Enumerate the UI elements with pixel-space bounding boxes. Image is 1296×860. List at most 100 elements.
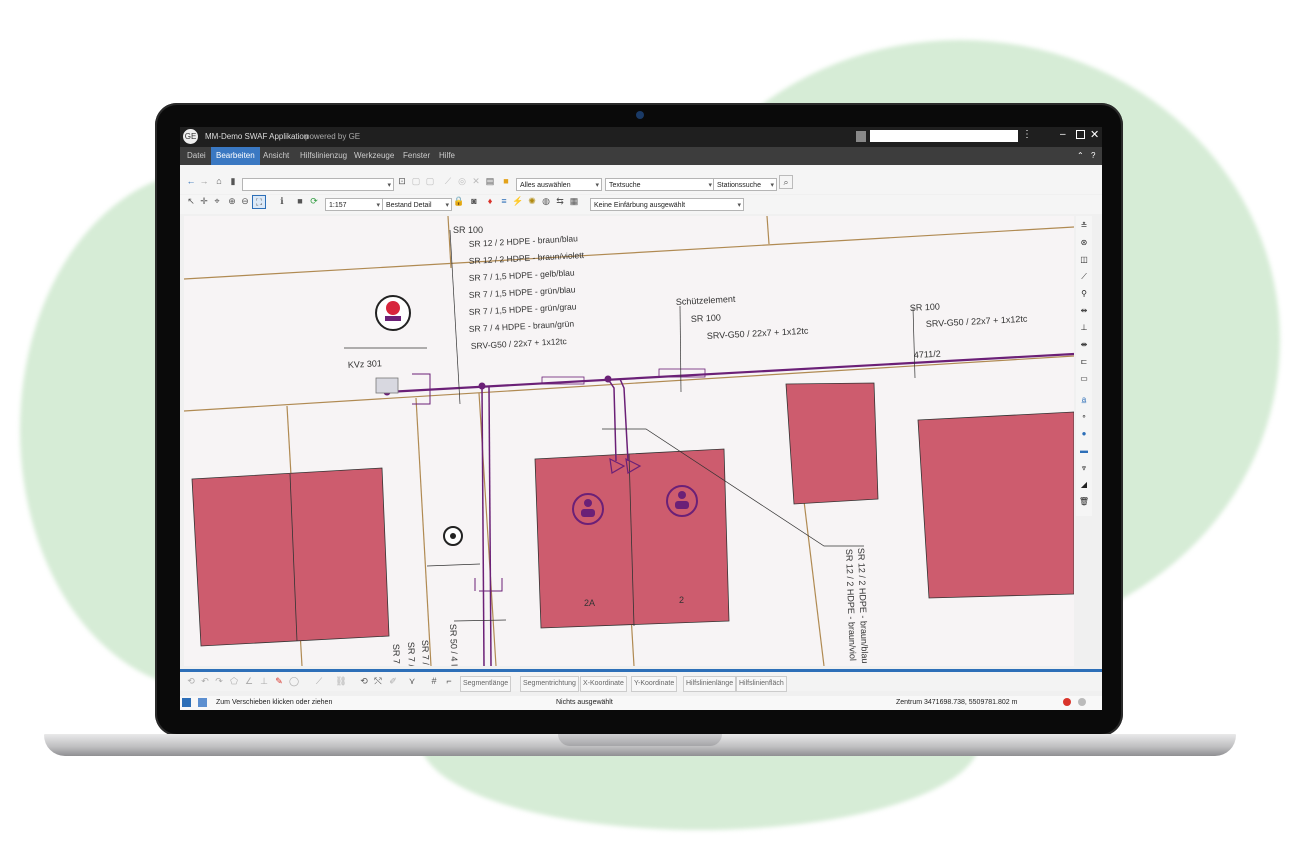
- parcel-line: [184, 226, 1074, 280]
- tool-dot-icon[interactable]: ●: [1078, 428, 1090, 440]
- measure-icon[interactable]: ⟋: [442, 175, 454, 187]
- tool-box-icon[interactable]: ⊏: [1078, 356, 1090, 368]
- menu-datei[interactable]: Datei: [182, 147, 211, 165]
- stop-icon[interactable]: ■: [294, 195, 306, 207]
- node-point[interactable]: [478, 382, 486, 390]
- menu-fenster[interactable]: Fenster: [398, 147, 435, 165]
- menu-hilfe[interactable]: Hilfe: [434, 147, 460, 165]
- tool-line-icon[interactable]: ⟋: [1078, 271, 1090, 283]
- select-rect-icon[interactable]: ▢: [410, 175, 422, 187]
- tool-bar-icon[interactable]: ▬: [1078, 445, 1090, 457]
- palette-icon[interactable]: ◍: [540, 195, 552, 207]
- house-2a-2[interactable]: [534, 448, 730, 629]
- edit-tool-1-icon[interactable]: ⟲: [185, 675, 197, 687]
- pan-icon[interactable]: ✛: [198, 195, 210, 207]
- delete-selection-icon[interactable]: ✕: [470, 175, 482, 187]
- tab-hilfslinienlaenge[interactable]: Hilfslinienlänge: [683, 676, 737, 692]
- maximize-button[interactable]: [1076, 130, 1085, 139]
- status-record-icon[interactable]: [1063, 698, 1071, 706]
- tab-segmentrichtung[interactable]: Segmentrichtung: [520, 676, 579, 692]
- mirror-tool-icon[interactable]: ⤲: [372, 675, 384, 687]
- tool-node-icon[interactable]: ⊛: [1078, 237, 1090, 249]
- corner-snap-icon[interactable]: ⌐: [443, 675, 455, 687]
- tab-segmentlaenge[interactable]: Segmentlänge: [460, 676, 512, 692]
- grid-snap-icon[interactable]: #: [428, 675, 440, 687]
- forward-icon[interactable]: →: [198, 175, 210, 187]
- more-icon[interactable]: ⋮: [1022, 129, 1032, 140]
- menu-hilfslinienzug[interactable]: Hilfslinienzug: [295, 147, 352, 165]
- tool-split-icon[interactable]: ⇹: [1078, 305, 1090, 317]
- node-tool-icon[interactable]: ✎: [273, 675, 285, 687]
- tool-align-icon[interactable]: ⊥: [1078, 322, 1090, 334]
- title-search-input[interactable]: [870, 130, 1018, 142]
- undo-icon[interactable]: ↶: [199, 675, 211, 687]
- tool-edit-icon[interactable]: ◫: [1078, 254, 1090, 266]
- zoom-extent-icon[interactable]: ⛶: [252, 195, 266, 209]
- select-poly-icon[interactable]: ▢: [424, 175, 436, 187]
- tool-underline-icon[interactable]: a̲: [1078, 394, 1090, 406]
- coloring-dropdown[interactable]: Keine Einfärbung ausgewählt ▾: [590, 198, 744, 211]
- menu-werkzeuge[interactable]: Werkzeuge: [349, 147, 399, 165]
- tool-corner-icon[interactable]: ◢: [1078, 479, 1090, 491]
- menu-bearbeiten[interactable]: Bearbeiten: [211, 147, 260, 165]
- zoom-out-icon[interactable]: ⊖: [239, 195, 251, 207]
- home-icon[interactable]: ⌂: [213, 175, 225, 187]
- select-tool-icon[interactable]: ◎: [456, 175, 468, 187]
- layers-icon[interactable]: ▤: [484, 175, 496, 187]
- settings-icon[interactable]: ✺: [526, 195, 538, 207]
- pin-icon[interactable]: ♦: [484, 195, 496, 207]
- map-svg[interactable]: SR 100 SR 12 / 2 HDPE - braun/blau SR 12…: [184, 216, 1074, 666]
- branch-tool-icon[interactable]: ⋎: [406, 675, 418, 687]
- extend-tool-icon[interactable]: ⟋: [313, 675, 325, 687]
- redo-icon[interactable]: ↷: [213, 675, 225, 687]
- bookmark-icon[interactable]: ▮: [227, 175, 239, 187]
- grid-icon[interactable]: ≡: [498, 195, 510, 207]
- pan-cross-icon[interactable]: ⌖: [211, 195, 223, 207]
- tab-y-koordinate[interactable]: Y-Koordinate: [631, 676, 678, 692]
- tab-hilfslinienflaeche[interactable]: Hilfslinienfläch: [736, 676, 787, 692]
- kvz-box[interactable]: [375, 377, 399, 394]
- search-icon[interactable]: ⌕: [779, 175, 793, 189]
- node-point[interactable]: [604, 375, 612, 383]
- select-all-dropdown[interactable]: Alles auswählen ▾: [516, 178, 602, 191]
- minimize-button[interactable]: –: [1060, 129, 1066, 140]
- lock-icon[interactable]: 🔒: [453, 195, 465, 207]
- house-mid-right[interactable]: [785, 382, 879, 505]
- zoom-in-icon[interactable]: ⊕: [226, 195, 238, 207]
- scale-input[interactable]: 1:157 ▾: [325, 198, 383, 211]
- perpendicular-tool-icon[interactable]: ⊥: [258, 675, 270, 687]
- circle-tool-icon[interactable]: ◯: [288, 675, 300, 687]
- tool-filter-icon[interactable]: ⩔: [1078, 462, 1090, 474]
- tool-trash-icon[interactable]: 🗑: [1078, 496, 1090, 508]
- extent-icon[interactable]: ⊡: [396, 175, 408, 187]
- help-icon[interactable]: ?: [1086, 147, 1100, 165]
- route-icon[interactable]: ⇆: [554, 195, 566, 207]
- pointer-icon[interactable]: ↖: [185, 195, 197, 207]
- map-canvas[interactable]: SR 100 SR 12 / 2 HDPE - braun/blau SR 12…: [184, 216, 1074, 666]
- folder-icon[interactable]: ■: [500, 175, 512, 187]
- tool-frame-icon[interactable]: ▭: [1078, 373, 1090, 385]
- polygon-tool-icon[interactable]: ⬠: [228, 675, 240, 687]
- tool-join-icon[interactable]: ⇼: [1078, 339, 1090, 351]
- tool-draw-icon[interactable]: ≛: [1078, 220, 1090, 232]
- camera-snapshot-icon[interactable]: ◙: [468, 195, 480, 207]
- tab-x-koordinate[interactable]: X-Koordinate: [580, 676, 627, 692]
- bookmark-select[interactable]: ▾: [242, 178, 394, 191]
- text-search-dropdown[interactable]: Textsuche ▾: [605, 178, 715, 191]
- close-button[interactable]: ✕: [1090, 128, 1099, 141]
- view-dropdown[interactable]: Bestand Detail ▾: [382, 198, 452, 211]
- network-icon[interactable]: ⚡: [512, 195, 524, 207]
- refresh-icon[interactable]: ⟳: [308, 195, 320, 207]
- rotate-tool-icon[interactable]: ⟲: [358, 675, 370, 687]
- info-icon[interactable]: ℹ: [276, 195, 288, 207]
- tool-pole-icon[interactable]: ⚲: [1078, 288, 1090, 300]
- map-icon[interactable]: ▦: [568, 195, 580, 207]
- house-right[interactable]: [917, 411, 1074, 599]
- menu-ansicht[interactable]: Ansicht: [258, 147, 294, 165]
- pen-tool-icon[interactable]: ✐: [387, 675, 399, 687]
- tool-circle-icon[interactable]: ∘: [1078, 411, 1090, 423]
- snap-tool-icon[interactable]: ⛓: [335, 675, 347, 687]
- angle-tool-icon[interactable]: ∠: [243, 675, 255, 687]
- station-search-dropdown[interactable]: Stationssuche ▾: [713, 178, 777, 191]
- back-icon[interactable]: ←: [185, 175, 197, 187]
